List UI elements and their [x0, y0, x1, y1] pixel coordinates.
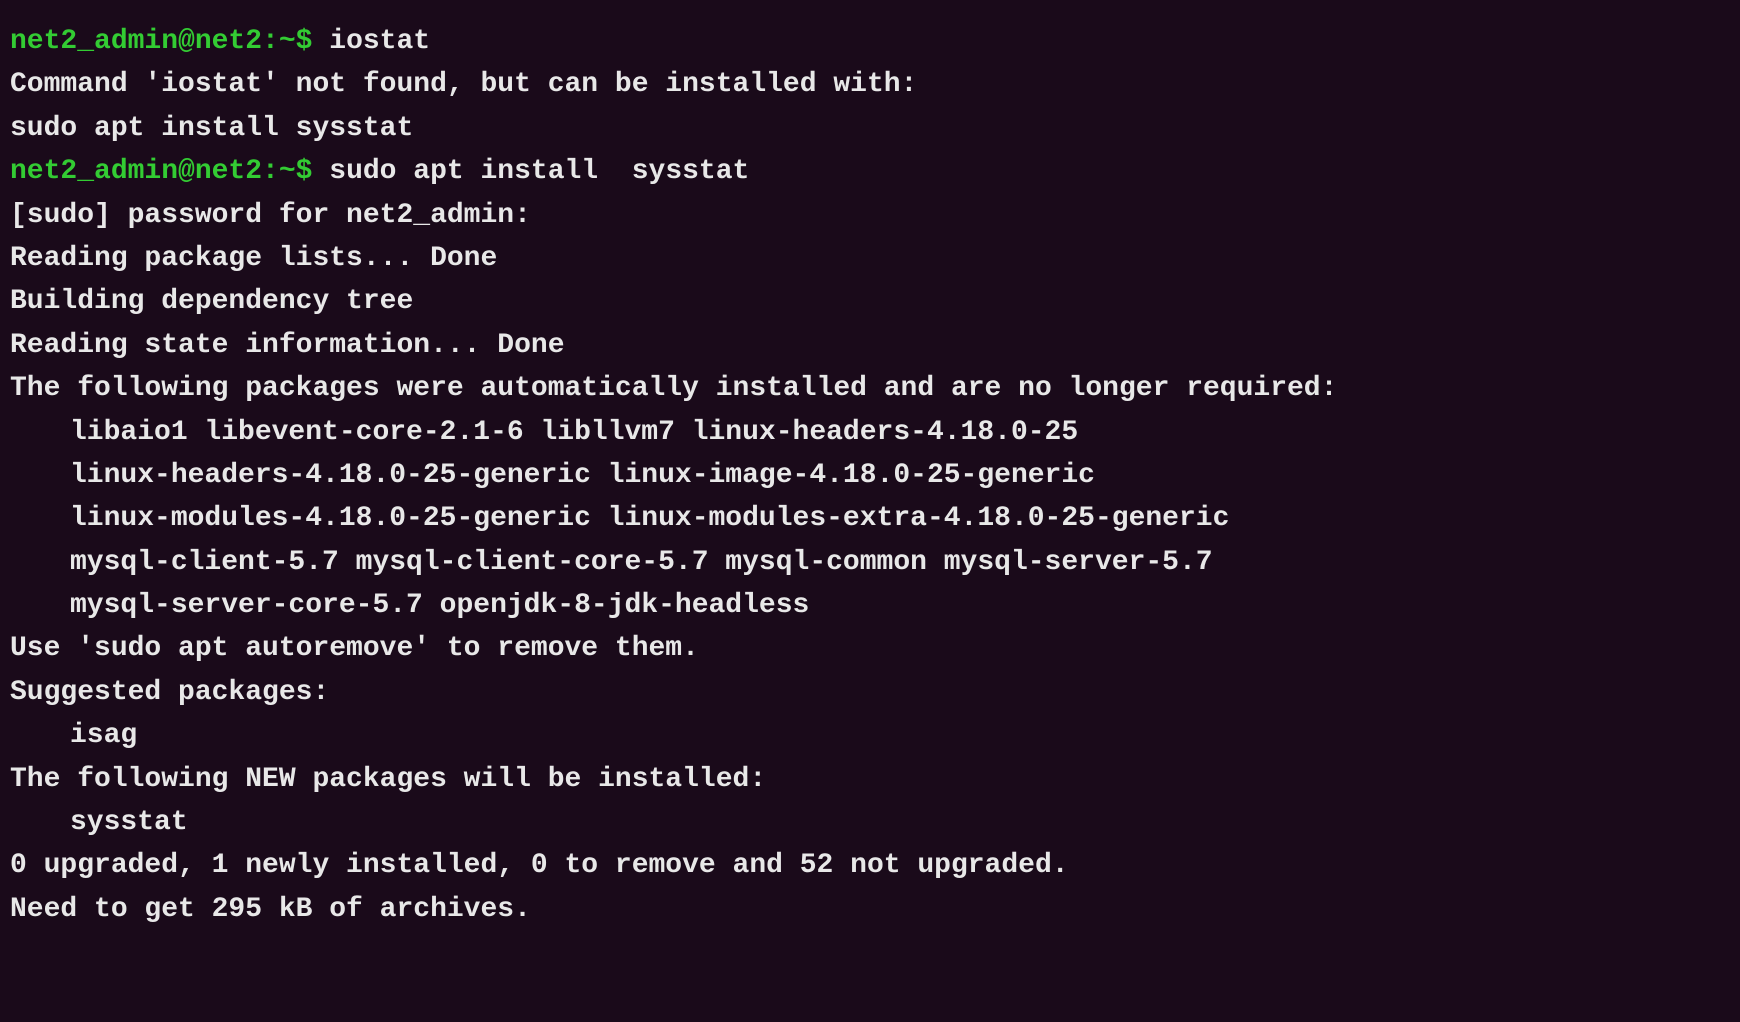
- command-text: sudo apt install sysstat: [329, 156, 749, 187]
- sudo-install-suggest: sudo apt install sysstat: [10, 107, 1730, 150]
- autoremove: Use 'sudo apt autoremove' to remove them…: [10, 627, 1730, 670]
- need-to-get: Need to get 295 kB of archives.: [10, 888, 1730, 931]
- pkg2: linux-headers-4.18.0-25-generic linux-im…: [10, 454, 1730, 497]
- pkg5: mysql-server-core-5.7 openjdk-8-jdk-head…: [10, 584, 1730, 627]
- prompt-text: net2_admin@net2:~$: [10, 156, 329, 187]
- command-text: iostat: [329, 26, 430, 57]
- suggested: Suggested packages:: [10, 671, 1730, 714]
- new-packages: The following NEW packages will be insta…: [10, 758, 1730, 801]
- sudo-password: [sudo] password for net2_admin:: [10, 194, 1730, 237]
- building-dep: Building dependency tree: [10, 280, 1730, 323]
- prompt-sudo: net2_admin@net2:~$ sudo apt install syss…: [10, 150, 1730, 193]
- reading-pkg: Reading package lists... Done: [10, 237, 1730, 280]
- isag: isag: [10, 714, 1730, 757]
- auto-installed: The following packages were automaticall…: [10, 367, 1730, 410]
- terminal-output: net2_admin@net2:~$ iostatCommand 'iostat…: [10, 20, 1730, 931]
- pkg4: mysql-client-5.7 mysql-client-core-5.7 m…: [10, 541, 1730, 584]
- pkg1: libaio1 libevent-core-2.1-6 libllvm7 lin…: [10, 411, 1730, 454]
- sysstat: sysstat: [10, 801, 1730, 844]
- reading-state: Reading state information... Done: [10, 324, 1730, 367]
- prompt-text: net2_admin@net2:~$: [10, 26, 329, 57]
- not-found: Command 'iostat' not found, but can be i…: [10, 63, 1730, 106]
- upgrade-summary: 0 upgraded, 1 newly installed, 0 to remo…: [10, 844, 1730, 887]
- pkg3: linux-modules-4.18.0-25-generic linux-mo…: [10, 497, 1730, 540]
- prompt-iostat: net2_admin@net2:~$ iostat: [10, 20, 1730, 63]
